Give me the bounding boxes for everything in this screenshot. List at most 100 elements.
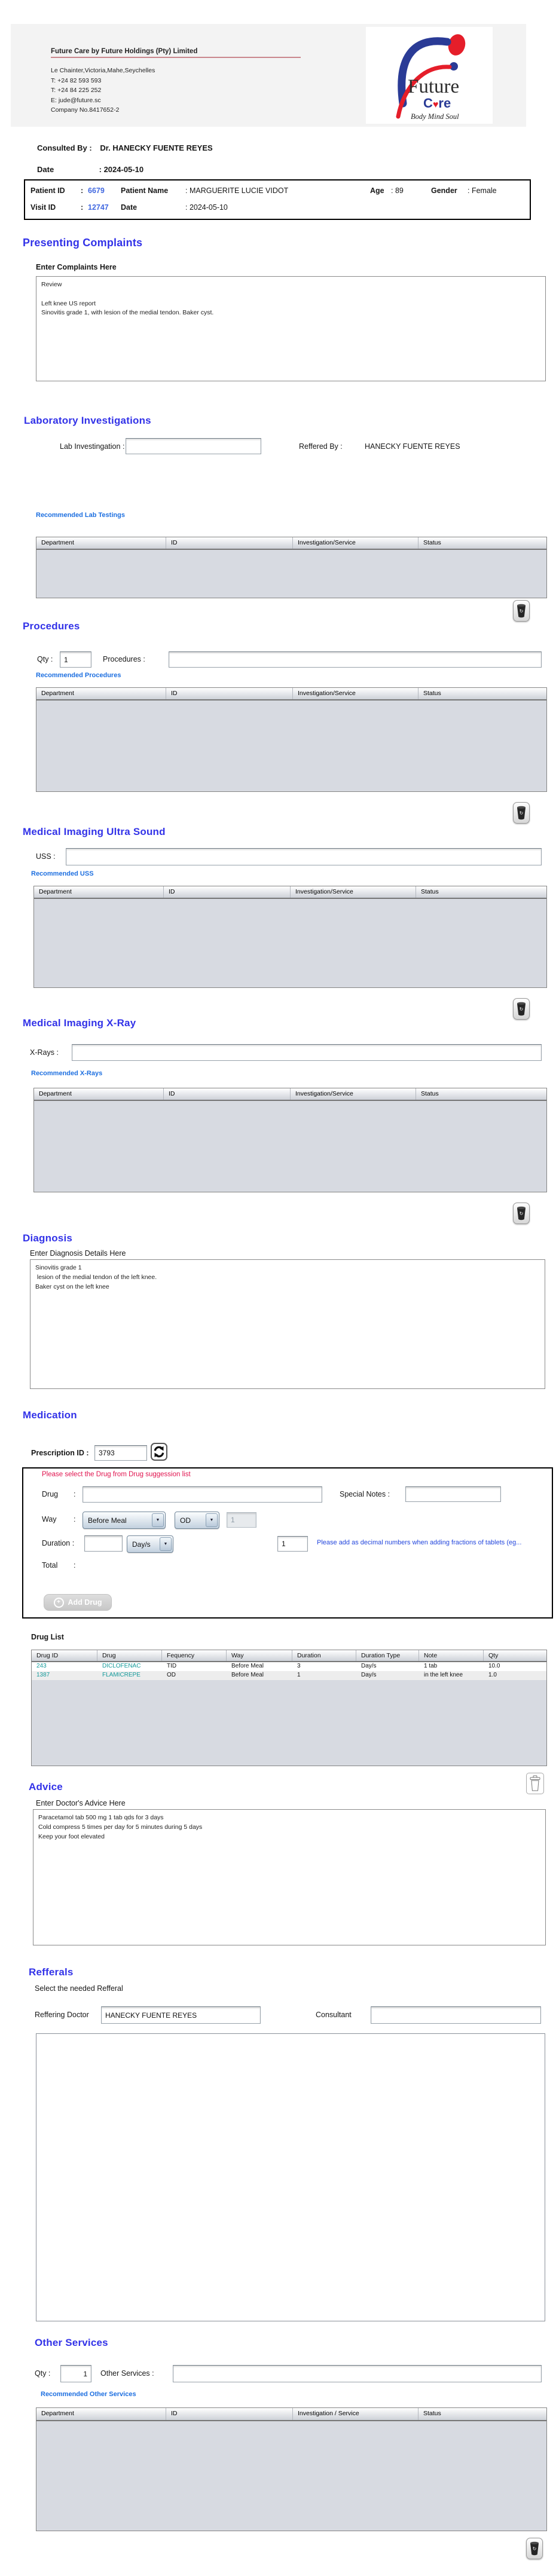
frequency-select[interactable]: OD ▼ [175,1512,219,1529]
recommended-other-services-link[interactable]: Recommended Other Services [41,2391,136,2398]
consultant-input[interactable] [371,2006,541,2024]
procedures-th-service: Investigation/Service [293,688,418,699]
recommended-lab-link[interactable]: Recommended Lab Testings [36,512,125,519]
consult-date-label: Date [37,165,54,174]
company-address-block: Le Chainter,Victoria,Mahe,Seychelles T: … [51,66,155,115]
refresh-icon [154,1446,164,1458]
uss-delete-button[interactable]: ↻ [513,998,530,1020]
reffering-doctor-label: Reffering Doctor [35,2011,89,2019]
lab-reffered-label: Reffered By : [299,442,343,451]
drug-row[interactable]: 243 DICLOFENAC TID Before Meal 3 Day/s 1… [32,1662,546,1671]
tablets-input[interactable] [277,1536,308,1552]
uss-input[interactable] [66,848,542,865]
visit-date-label: Date [121,203,138,212]
complaints-textarea[interactable]: Review Left knee US report Sinovitis gra… [36,276,546,381]
lab-delete-button[interactable]: ↻ [513,600,530,622]
xray-field-label: X-Rays : [30,1048,59,1057]
way-colon: : [74,1515,76,1523]
total-colon: : [74,1561,76,1570]
drug-th-note: Note [419,1650,484,1661]
recommended-procedures-link[interactable]: Recommended Procedures [36,672,121,679]
company-phone-2: T: +24 84 225 252 [51,87,102,94]
consult-date-line: Date : 2024-05-10 [37,165,143,174]
age-label: Age [370,186,384,195]
diagnosis-title: Diagnosis [23,1232,73,1244]
os-th-status: Status [423,2410,441,2417]
add-drug-label: Add Drug [68,1598,102,1607]
procedures-delete-button[interactable]: ↻ [513,802,530,824]
drug-colon: : [74,1490,76,1498]
duration-label: Duration : [42,1539,75,1547]
xray-table-header: Department ID Investigation/Service Stat… [34,1088,546,1101]
complaints-sublabel: Enter Complaints Here [36,263,117,271]
diagnosis-textarea[interactable]: Sinovitis grade 1 lesion of the medial t… [30,1259,545,1389]
total-label: Total [42,1561,58,1570]
xray-th-status: Status [421,1090,439,1097]
uss-table-header: Department ID Investigation/Service Stat… [34,886,546,899]
procedures-title: Procedures [23,620,80,632]
other-services-input[interactable] [173,2365,542,2382]
advice-delete-button[interactable] [526,1773,544,1794]
plus-icon: + [53,1597,64,1608]
prescription-id-input[interactable] [94,1445,147,1461]
duration-input[interactable] [84,1535,123,1552]
drug-th-frequency: Fequency [162,1650,227,1661]
drug-label: Drug [42,1490,59,1498]
drug-input[interactable] [83,1486,322,1503]
trash-icon: ↻ [530,2541,539,2556]
company-address: Le Chainter,Victoria,Mahe,Seychelles [51,67,155,74]
other-services-field-label: Other Services : [100,2369,154,2378]
consulted-by-line: Consulted By : Dr. HANECKY FUENTE REYES [37,143,213,152]
prescription-refresh-button[interactable] [151,1443,167,1461]
procedures-qty-input[interactable] [60,651,91,668]
medication-title: Medication [23,1409,77,1421]
other-services-qty-input[interactable] [60,2365,91,2382]
other-services-qty-label: Qty : [35,2369,51,2378]
xray-th-department: Department [34,1088,164,1100]
lab-th-status: Status [423,539,441,546]
lab-investigation-input[interactable] [126,438,261,454]
visit-id-colon: : [81,203,84,212]
recommended-uss-link[interactable]: Recommended USS [31,870,94,877]
recommended-xray-link[interactable]: Recommended X-Rays [31,1070,102,1077]
drug-row[interactable]: 1387 FLAMICREPE OD Before Meal 1 Day/s i… [32,1671,546,1680]
svg-text:↻: ↻ [533,2546,537,2551]
lab-table-header: Department ID Investigation/Service Stat… [36,537,546,550]
dose-input [227,1512,256,1528]
trash-icon: ↻ [517,1002,526,1016]
presenting-complaints-title: Presenting Complaints [23,237,143,249]
svg-text:↻: ↻ [520,810,524,816]
other-services-delete-button[interactable]: ↻ [526,2538,543,2559]
drug-list-label: Drug List [31,1633,64,1641]
diagnosis-sublabel: Enter Diagnosis Details Here [30,1249,126,1258]
procedures-input[interactable] [169,651,542,668]
consulted-by-value: Dr. HANECKY FUENTE REYES [100,143,213,152]
company-logo: Future C♥re Body Mind Soul [366,27,493,124]
way-select[interactable]: Before Meal ▼ [83,1512,166,1529]
special-notes-input[interactable] [405,1486,501,1502]
company-phone-1: T: +24 82 593 593 [51,77,102,84]
svg-text:↻: ↻ [520,1211,524,1216]
visit-id-value: 12747 [88,203,109,212]
reffering-doctor-input[interactable] [101,2006,261,2024]
lab-reffered-value: HANECKY FUENTE REYES [365,442,460,451]
svg-text:C♥re: C♥re [423,96,451,111]
xray-delete-button[interactable]: ↻ [513,1203,530,1224]
drug-th-id: Drug ID [32,1650,97,1661]
xray-table: Department ID Investigation/Service Stat… [33,1088,547,1192]
advice-textarea[interactable]: Paracetamol tab 500 mg 1 tab qds for 3 d… [33,1809,546,1945]
uss-th-service: Investigation/Service [291,886,416,898]
chevron-down-icon: ▼ [160,1537,172,1551]
special-notes-label: Special Notes : [340,1490,390,1498]
refferals-listbox[interactable] [36,2033,545,2321]
drug-th-drug: Drug [97,1650,162,1661]
xray-input[interactable] [72,1044,542,1061]
other-services-title: Other Services [35,2337,108,2348]
company-name: Future Care by Future Holdings (Pty) Lim… [51,48,301,58]
xray-title: Medical Imaging X-Ray [23,1017,136,1029]
add-drug-button[interactable]: + Add Drug [44,1594,112,1611]
uss-th-status: Status [421,888,439,895]
duration-type-select[interactable]: Day/s ▼ [127,1535,173,1553]
prescription-id-label: Prescription ID : [31,1449,89,1457]
consultation-page: Future Care by Future Holdings (Pty) Lim… [0,0,556,2576]
